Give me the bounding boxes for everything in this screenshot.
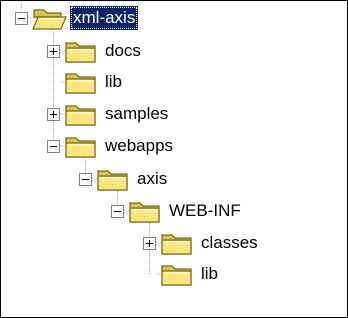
- tree-node-label[interactable]: xml-axis: [70, 6, 139, 30]
- collapse-toggle-icon[interactable]: [79, 173, 92, 186]
- folder-icon: [64, 38, 99, 64]
- collapse-toggle-icon[interactable]: [111, 205, 124, 218]
- folder-icon: [64, 133, 99, 159]
- folder-icon: [160, 230, 195, 256]
- tree-node-label[interactable]: lib: [198, 262, 221, 286]
- folder-open-icon: [32, 5, 67, 31]
- expand-toggle-icon[interactable]: [47, 45, 60, 58]
- tree-node-label[interactable]: samples: [102, 102, 171, 126]
- tree-node-label[interactable]: webapps: [102, 134, 176, 158]
- folder-icon: [128, 198, 163, 224]
- collapse-toggle-icon[interactable]: [15, 12, 28, 25]
- tree-node-label[interactable]: axis: [134, 167, 170, 191]
- collapse-toggle-icon[interactable]: [47, 140, 60, 153]
- folder-icon: [64, 101, 99, 127]
- folder-tree: xml-axis docs lib samples webapps axis WEB-INF…: [1, 1, 347, 317]
- expand-toggle-icon[interactable]: [143, 237, 156, 250]
- tree-node-label[interactable]: classes: [198, 231, 261, 255]
- tree-node-label[interactable]: docs: [102, 39, 144, 63]
- tree-view-frame: xml-axis docs lib samples webapps axis WEB-INF…: [0, 0, 348, 318]
- tree-node-label[interactable]: lib: [102, 70, 125, 94]
- tree-node-label[interactable]: WEB-INF: [166, 199, 244, 223]
- folder-icon: [64, 69, 99, 95]
- expand-toggle-icon[interactable]: [47, 108, 60, 121]
- folder-icon: [96, 166, 131, 192]
- folder-icon: [160, 261, 195, 287]
